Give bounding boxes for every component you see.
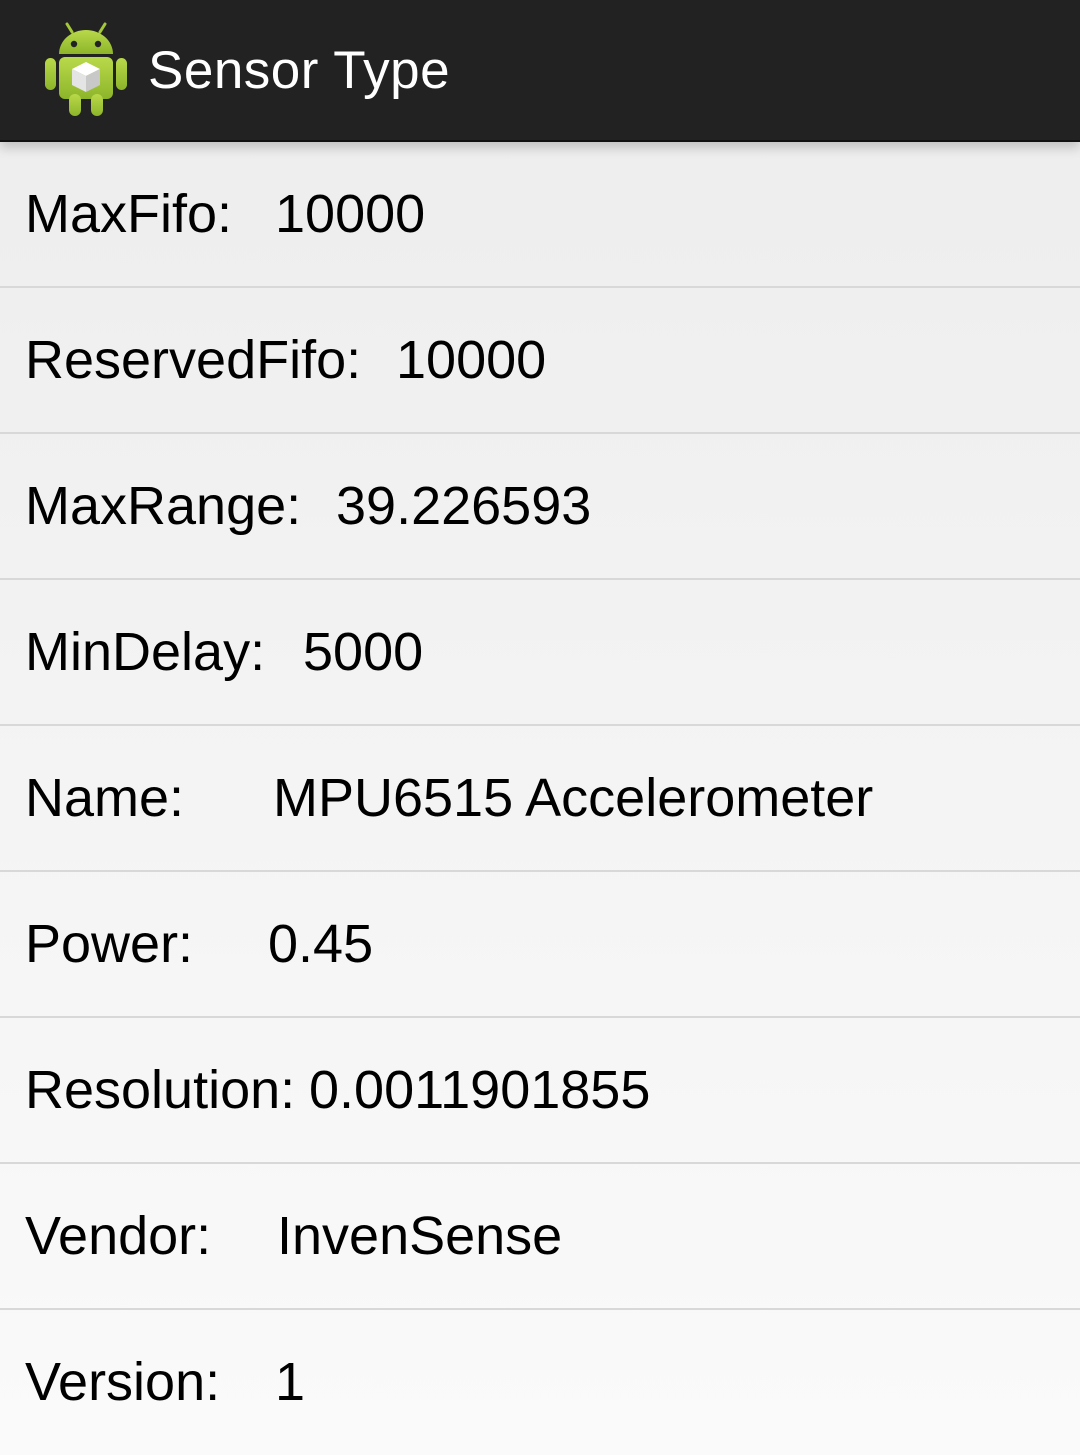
android-robot-icon — [45, 22, 127, 116]
list-item-vendor: Vendor: InvenSense — [0, 1164, 1080, 1310]
property-value: InvenSense — [277, 1206, 563, 1266]
property-value: 0.0011901855 — [309, 1060, 651, 1120]
list-item-maxrange: MaxRange: 39.226593 — [0, 434, 1080, 580]
property-value: 5000 — [303, 622, 424, 682]
property-label: Power: — [25, 914, 194, 974]
property-value: 1 — [275, 1352, 306, 1412]
property-label: Version: — [25, 1352, 221, 1412]
sensor-property-list: MaxFifo: 10000 ReservedFifo: 10000 MaxRa… — [0, 142, 1080, 1454]
list-item-power: Power: 0.45 — [0, 872, 1080, 1018]
action-bar: Sensor Type — [0, 0, 1080, 142]
list-item-version: Version: 1 — [0, 1310, 1080, 1454]
property-label: Vendor: — [25, 1206, 212, 1266]
list-item-mindelay: MinDelay: 5000 — [0, 580, 1080, 726]
property-label: MaxRange: — [25, 476, 302, 536]
list-item-maxfifo: MaxFifo: 10000 — [0, 142, 1080, 288]
property-label: ReservedFifo: — [25, 330, 362, 390]
list-item-resolution: Resolution: 0.0011901855 — [0, 1018, 1080, 1164]
property-value: MPU6515 Accelerometer — [273, 768, 874, 828]
property-value: 10000 — [275, 184, 426, 244]
list-item-name: Name: MPU6515 Accelerometer — [0, 726, 1080, 872]
app-title: Sensor Type — [148, 40, 451, 100]
property-label: MinDelay: — [25, 622, 266, 682]
property-label: Name: — [25, 768, 185, 828]
property-value: 39.226593 — [336, 476, 592, 536]
list-item-reservedfifo: ReservedFifo: 10000 — [0, 288, 1080, 434]
property-label: Resolution: — [25, 1060, 296, 1120]
property-value: 10000 — [396, 330, 547, 390]
sensor-type-screen: Sensor Type MaxFifo: 10000 ReservedFifo:… — [0, 0, 1080, 1455]
property-value: 0.45 — [268, 914, 374, 974]
property-label: MaxFifo: — [25, 184, 233, 244]
